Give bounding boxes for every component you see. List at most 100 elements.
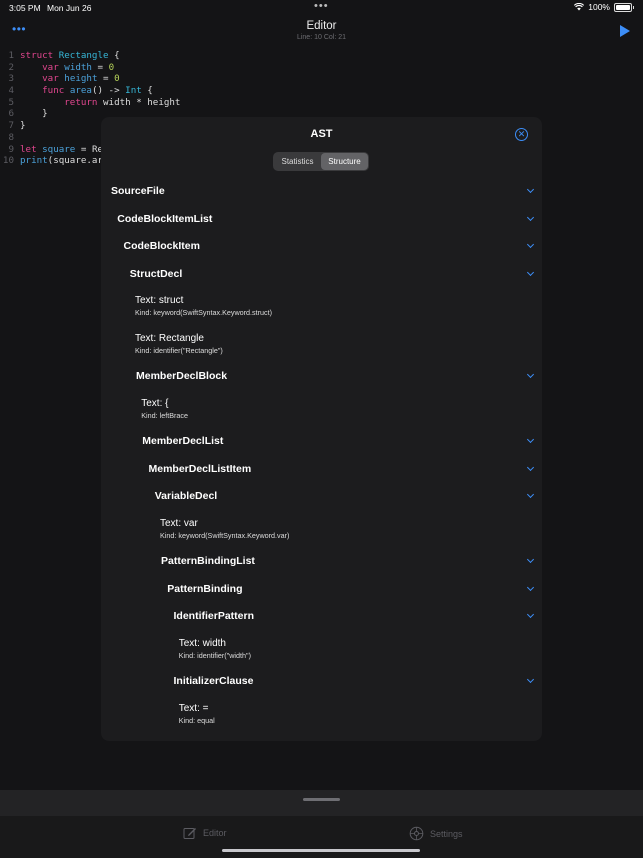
code-line[interactable]: 4 func area() -> Int { [0, 85, 180, 97]
chevron-down-icon[interactable] [526, 610, 535, 619]
code-line[interactable]: 3 var height = 0 [0, 73, 180, 85]
line-number: 9 [8, 143, 14, 155]
cursor-position: Line: 10 Col: 21 [296, 34, 347, 41]
tab-settings[interactable]: Settings [409, 826, 463, 841]
ast-node-name: MemberDeclListItem [148, 462, 252, 475]
token-kind: Kind: keyword(SwiftSyntax.Keyword.var) [160, 530, 290, 540]
multitasking-dots[interactable]: ••• [314, 0, 329, 12]
segment-structure[interactable]: Structure [321, 153, 368, 170]
close-icon[interactable]: ✕ [515, 128, 528, 141]
status-bar: 3:05 PM Mon Jun 26 ••• 100% [0, 0, 643, 16]
code-token: Rectangle [58, 50, 109, 61]
code-token: (square.ar [47, 155, 103, 167]
line-number: 3 [8, 73, 14, 85]
token-text: Text: width [178, 637, 226, 649]
ast-node[interactable]: SourceFile [101, 185, 542, 212]
chevron-down-icon[interactable] [526, 463, 535, 471]
ast-node-name: StructDecl [129, 267, 183, 280]
code-token: let [20, 143, 43, 155]
code-token: height [64, 73, 98, 85]
page-title: Editor [306, 20, 337, 32]
ast-node[interactable]: CodeBlockItem [101, 240, 542, 267]
code-token: width * height [103, 96, 181, 108]
token-kind: Kind: leftBrace [141, 410, 188, 420]
ast-token-leaf: Text: width Kind: identifier("width") [101, 638, 542, 675]
settings-icon [409, 826, 424, 841]
status-date: Mon Jun 26 [47, 3, 92, 13]
line-number: 4 [8, 85, 14, 97]
battery-percent: 100% [588, 2, 610, 12]
code-token: { [141, 85, 153, 97]
chevron-down-icon[interactable] [526, 435, 535, 444]
ast-node[interactable]: MemberDeclList [101, 435, 542, 462]
chevron-down-icon[interactable] [526, 675, 535, 684]
ast-node-name: MemberDeclList [142, 435, 224, 447]
token-text: Text: = [178, 702, 209, 714]
chevron-down-icon[interactable] [526, 268, 535, 276]
code-token: Int [125, 85, 142, 97]
ast-node-name: VariableDecl [154, 490, 218, 502]
code-token: () -> [91, 85, 126, 97]
drag-handle[interactable] [303, 798, 340, 801]
ast-node[interactable]: InitializerClause [101, 675, 542, 702]
line-number: 8 [8, 131, 14, 143]
navigation-bar: ••• Editor Line: 10 Col: 21 [0, 18, 643, 46]
code-token: var [42, 73, 65, 85]
ast-node-name: CodeBlockItemList [117, 212, 213, 225]
chevron-down-icon[interactable] [526, 490, 535, 499]
ast-token-leaf: Text: = Kind: equal [101, 703, 542, 740]
ast-token-leaf: Text: struct Kind: keyword(SwiftSyntax.Ke… [101, 295, 542, 332]
token-kind: Kind: identifier("Rectangle") [135, 345, 223, 355]
chevron-down-icon[interactable] [526, 213, 535, 221]
chevron-down-icon[interactable] [526, 583, 535, 591]
ast-token-leaf: Text: Rectangle Kind: identifier("Rectang… [101, 333, 542, 370]
ast-node[interactable]: StructDecl [101, 268, 542, 295]
battery-icon [614, 2, 634, 12]
chevron-down-icon[interactable] [526, 370, 535, 379]
ast-panel: AST ✕ Statistics Structure SourceFile Cod… [101, 117, 542, 741]
run-play-icon[interactable] [620, 25, 630, 37]
panel-resize-bar[interactable] [0, 790, 643, 816]
ast-node[interactable]: IdentifierPattern [101, 610, 542, 637]
token-text: Text: Rectangle [135, 332, 204, 344]
ast-node[interactable]: CodeBlockItemList [101, 213, 542, 240]
chevron-down-icon[interactable] [526, 555, 535, 564]
ast-node[interactable]: MemberDeclListItem [101, 463, 542, 490]
token-text: Text: var [160, 517, 198, 529]
code-token: func [42, 85, 70, 97]
ast-node-name: IdentifierPattern [173, 610, 255, 622]
chevron-down-icon[interactable] [526, 240, 535, 249]
token-kind: Kind: equal [178, 715, 215, 725]
ast-node[interactable]: PatternBindingList [101, 555, 542, 582]
code-line[interactable]: 1 struct Rectangle { [0, 50, 180, 62]
status-indicators: 100% [574, 2, 634, 12]
code-token: 0 [108, 61, 115, 73]
line-number: 5 [8, 96, 14, 108]
ast-node-name: CodeBlockItem [123, 240, 200, 252]
ast-node[interactable]: MemberDeclBlock [101, 370, 542, 397]
wifi-icon [574, 3, 585, 11]
token-text: Text: { [141, 397, 169, 409]
ast-node[interactable]: VariableDecl [101, 490, 542, 517]
code-token: var [42, 61, 65, 73]
code-token: return [64, 96, 103, 108]
token-text: Text: struct [135, 295, 184, 306]
chevron-down-icon[interactable] [526, 185, 535, 194]
tab-editor[interactable]: Editor [183, 826, 227, 840]
ast-node-name: PatternBindingList [161, 555, 255, 567]
code-token: square [42, 143, 76, 155]
code-line[interactable]: 5 return width * height [0, 97, 180, 109]
code-line[interactable]: 2 var width = 0 [0, 62, 180, 74]
line-number: 10 [2, 155, 14, 167]
ast-node-name: MemberDeclBlock [136, 370, 228, 382]
code-token: print [20, 155, 48, 167]
ast-node-name: InitializerClause [173, 675, 254, 687]
segment-statistics[interactable]: Statistics [274, 153, 321, 170]
ast-panel-title: AST [310, 128, 333, 140]
ast-node[interactable]: PatternBinding [101, 583, 542, 610]
code-token: = [91, 61, 109, 73]
code-token: 0 [114, 73, 120, 85]
tab-settings-label: Settings [430, 828, 463, 839]
